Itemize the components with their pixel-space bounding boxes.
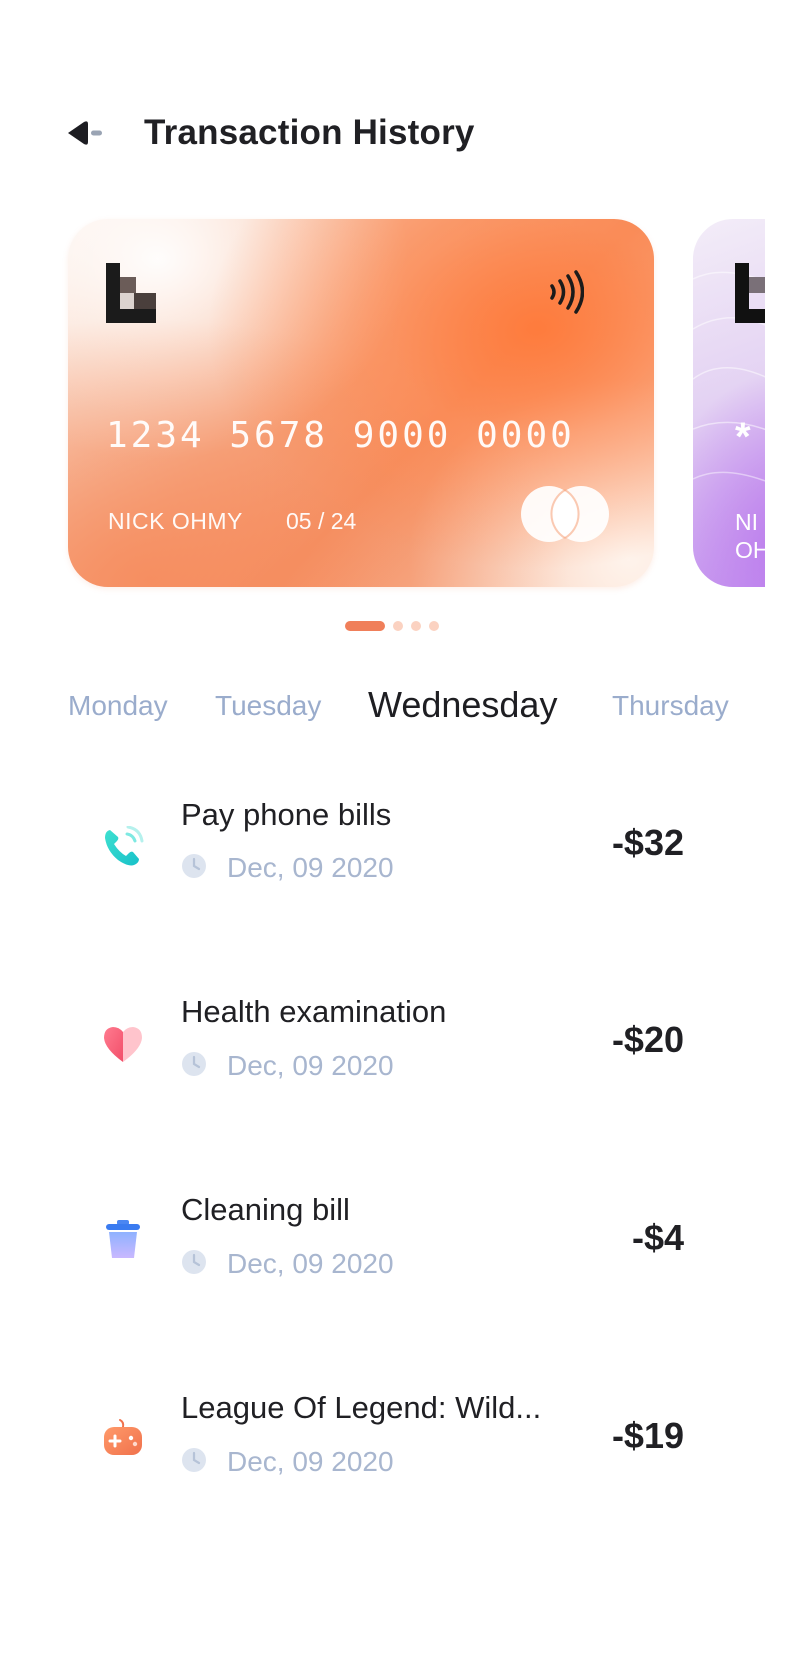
clock-icon xyxy=(182,1052,206,1076)
pager-dot[interactable] xyxy=(393,621,403,631)
heart-icon xyxy=(104,1027,142,1062)
transaction-amount: -$32 xyxy=(611,822,684,863)
card-holder-name: NI OH xyxy=(735,508,765,564)
pager-dot[interactable] xyxy=(429,621,439,631)
clock-icon xyxy=(182,854,206,878)
transaction-row[interactable]: Pay phone bills Dec, 09 2020 -$32 xyxy=(0,782,790,902)
pager-dot-active[interactable] xyxy=(345,621,385,631)
clock-icon xyxy=(182,1448,206,1472)
trash-bin-icon xyxy=(106,1220,140,1258)
transaction-date: Dec, 09 2020 xyxy=(227,1446,394,1477)
transaction-date: Dec, 09 2020 xyxy=(227,1050,394,1081)
credit-card-secondary[interactable]: * NI OH xyxy=(693,219,765,587)
transaction-date: Dec, 09 2020 xyxy=(227,852,394,883)
tab-monday[interactable]: Monday xyxy=(68,690,168,722)
back-button[interactable] xyxy=(66,118,108,148)
transaction-amount: -$4 xyxy=(631,1217,684,1258)
transaction-title: League Of Legend: Wild... xyxy=(181,1390,542,1425)
card-holder-line: OH xyxy=(735,537,765,563)
page-title: Transaction History xyxy=(144,113,475,152)
transaction-row[interactable]: Health examination Dec, 09 2020 -$20 xyxy=(0,981,790,1101)
phone-icon xyxy=(105,826,144,866)
transaction-row[interactable]: Cleaning bill Dec, 09 2020 -$4 xyxy=(0,1180,790,1300)
card-expiry: 05 / 24 xyxy=(286,508,357,534)
pager-dot[interactable] xyxy=(411,621,421,631)
card-holder-name: NICK OHMY xyxy=(108,508,243,534)
clock-icon xyxy=(182,1250,206,1274)
gamepad-icon xyxy=(104,1419,142,1455)
card-number: 1234 5678 9000 0000 xyxy=(106,415,575,456)
contactless-icon xyxy=(550,270,584,314)
credit-card-primary[interactable]: 1234 5678 9000 0000 NICK OHMY 05 / 24 xyxy=(68,219,654,587)
transaction-amount: -$20 xyxy=(611,1019,684,1060)
bank-logo-icon xyxy=(106,263,156,323)
tab-thursday[interactable]: Thursday xyxy=(612,690,729,722)
transaction-date: Dec, 09 2020 xyxy=(227,1248,394,1279)
transaction-row[interactable]: League Of Legend: Wild... Dec, 09 2020 -… xyxy=(0,1379,790,1499)
transaction-amount: -$19 xyxy=(611,1415,684,1456)
tab-tuesday[interactable]: Tuesday xyxy=(215,690,321,722)
transaction-title: Health examination xyxy=(181,994,447,1029)
tab-wednesday[interactable]: Wednesday xyxy=(368,684,557,726)
card-holder-line: NI xyxy=(735,509,758,535)
back-arrow-icon xyxy=(68,121,102,145)
bank-logo-icon xyxy=(735,263,765,323)
transaction-title: Pay phone bills xyxy=(181,797,392,832)
card-brand-icon xyxy=(521,486,609,542)
transaction-title: Cleaning bill xyxy=(181,1192,350,1227)
card-number-masked: * xyxy=(735,415,751,459)
